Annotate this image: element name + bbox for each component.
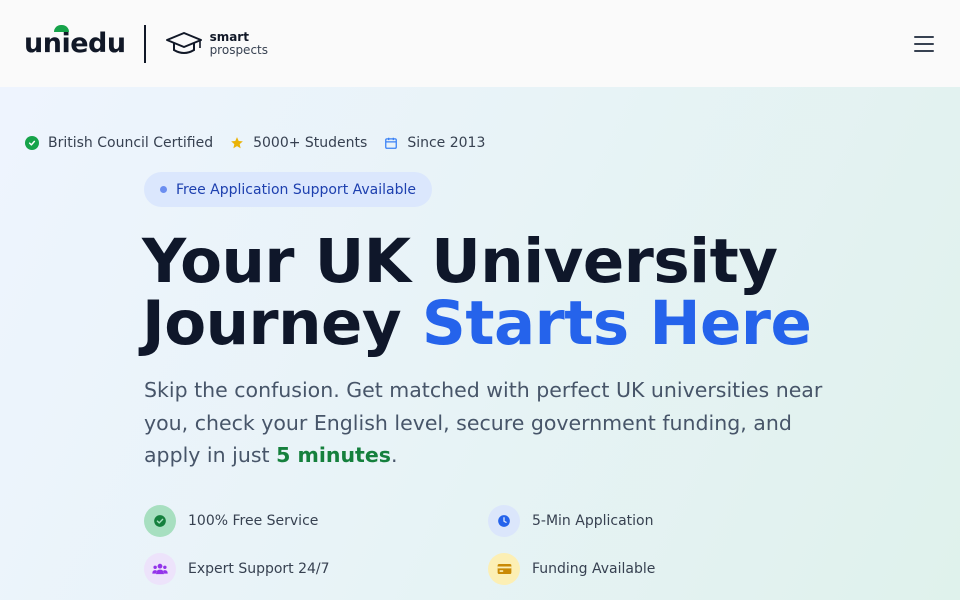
feature-label: Expert Support 24/7 xyxy=(188,561,330,577)
trust-item-students: 5000+ Students xyxy=(230,135,367,151)
feature-item-application: 5-Min Application xyxy=(488,505,653,537)
hamburger-icon[interactable] xyxy=(914,36,934,52)
star-icon xyxy=(230,136,244,150)
wallet-icon xyxy=(488,553,520,585)
logo-leaf-icon xyxy=(54,25,69,32)
feature-item-funding: Funding Available xyxy=(488,553,655,585)
uniedu-logo-text: uniedu xyxy=(24,28,126,59)
feature-item-free: 100% Free Service xyxy=(144,505,318,537)
trust-bar: British Council Certified 5000+ Students… xyxy=(25,135,502,151)
users-icon xyxy=(144,553,176,585)
subtitle-text: Skip the confusion. Get matched with per… xyxy=(144,378,823,467)
smart-prospects-logo[interactable]: smart prospects xyxy=(164,29,268,59)
trust-item-certified: British Council Certified xyxy=(25,135,213,151)
uniedu-logo[interactable]: uniedu xyxy=(24,25,126,59)
check-circle-icon xyxy=(25,136,39,150)
subtitle-end: . xyxy=(390,443,398,467)
clock-icon xyxy=(488,505,520,537)
check-circle-icon xyxy=(144,505,176,537)
site-header: uniedu smart prospects xyxy=(0,0,960,87)
hero-title-accent: Starts Here xyxy=(421,288,812,359)
hero-title-line1: Your UK University xyxy=(142,226,778,297)
dot-icon xyxy=(160,186,167,193)
feature-label: 5-Min Application xyxy=(532,513,654,529)
subtitle-highlight: 5 minutes xyxy=(276,443,391,467)
feature-label: Funding Available xyxy=(532,561,656,577)
free-support-badge: Free Application Support Available xyxy=(144,172,432,207)
feature-item-support: Expert Support 24/7 xyxy=(144,553,330,585)
trust-label: 5000+ Students xyxy=(253,135,368,151)
trust-label: Since 2013 xyxy=(407,135,486,151)
badge-label: Free Application Support Available xyxy=(176,181,416,198)
trust-item-since: Since 2013 xyxy=(384,135,485,151)
graduation-cap-icon xyxy=(165,31,202,54)
calendar-icon xyxy=(384,136,398,150)
logo-divider xyxy=(143,24,146,63)
trust-label: British Council Certified xyxy=(48,135,214,151)
partner-name-line1: smart xyxy=(209,29,249,44)
partner-name-line2: prospects xyxy=(209,42,268,57)
hero-title-line2: Journey xyxy=(142,288,422,359)
hero-section: British Council Certified 5000+ Students… xyxy=(0,87,960,600)
feature-label: 100% Free Service xyxy=(188,513,319,529)
hero-title: Your UK University Journey Starts Here xyxy=(142,231,812,355)
hero-subtitle: Skip the confusion. Get matched with per… xyxy=(144,374,824,472)
